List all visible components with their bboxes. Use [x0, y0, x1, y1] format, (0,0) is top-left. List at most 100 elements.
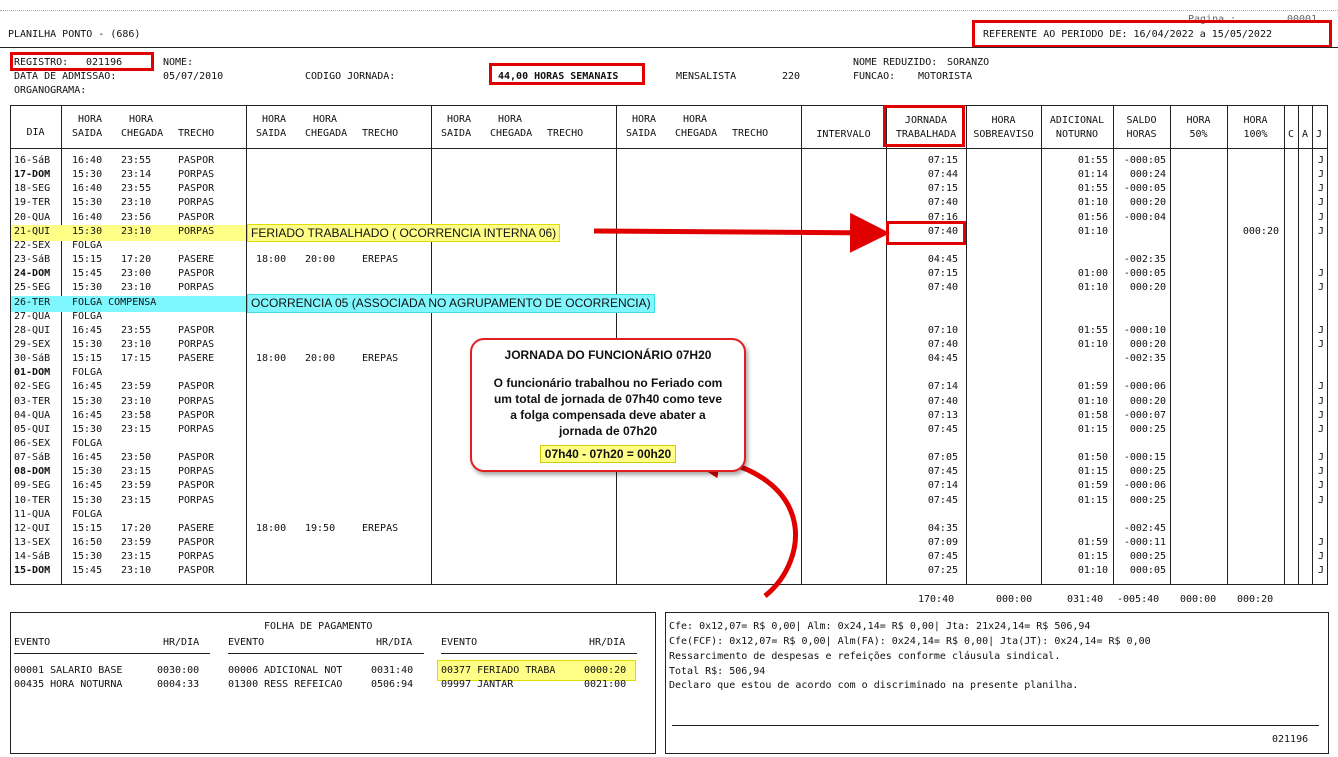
cell-jor: 07:40 [927, 282, 958, 294]
cell-not: 01:55 [1077, 155, 1108, 166]
table-row: 12-QUI 15:15 17:20 PASERE 18:00 19:50 EREPAS 04… [0, 522, 1338, 536]
cell-s1: FOLGA [72, 438, 103, 449]
cell-c1: 17:20 [121, 522, 152, 534]
cell-not: 01:15 [1077, 494, 1108, 506]
cell-t1: PASERE [178, 254, 215, 266]
cell-s1: FOLGA [72, 508, 103, 520]
table-row: 19-TER 15:30 23:10 PORPAS 07:40 01:10 000:20 J [0, 196, 1338, 210]
cell-jor: 07:15 [927, 155, 958, 166]
cell-saldo: -000:11 [1123, 537, 1166, 549]
cell-dia: 20-QUA [14, 211, 51, 223]
cell-dia: 14-SáB [14, 551, 51, 563]
cell-j: J [1317, 494, 1324, 506]
payroll-event: 00006 ADICIONAL NOT [228, 665, 343, 676]
cell-j: J [1317, 452, 1324, 464]
cell-s1: 15:45 [72, 565, 103, 577]
cell-t1: PASPOR [178, 268, 215, 280]
cell-s1: 15:30 [72, 197, 103, 209]
cell-saldo: 000:05 [1129, 565, 1166, 577]
notes-declaration: Declaro que estou de acordo com o discri… [669, 680, 1079, 691]
cell-j: J [1317, 537, 1324, 549]
cell-j: J [1317, 480, 1324, 492]
cell-dia: 19-TER [14, 197, 51, 209]
nome-label: NOME: [163, 57, 194, 68]
cell-dia: 13-SEX [14, 537, 51, 549]
cell-not: 01:14 [1077, 169, 1108, 181]
cell-j: J [1317, 155, 1324, 166]
col-header-a: A [1301, 129, 1309, 140]
payroll-underline [228, 653, 424, 654]
table-row: 25-SEG 15:30 23:10 PORPAS 07:40 01:10 000:20 J [0, 281, 1338, 295]
col-header-intervalo: INTERVALO [816, 129, 871, 140]
table-row: 16-SáB 16:40 23:55 PASPOR 07:15 01:55 -000:05 J [0, 154, 1338, 168]
cell-c1: 23:10 [121, 197, 152, 209]
admissao-label: DATA DE ADMISSAO: [14, 71, 117, 82]
cell-t1: PASPOR [178, 155, 215, 166]
cell-c1: 23:15 [121, 494, 152, 506]
payroll-event: 09997 JANTAR [441, 679, 514, 690]
cell-not: 01:59 [1077, 480, 1108, 492]
cell-c1: 23:50 [121, 452, 152, 464]
cell-saldo: -000:15 [1123, 452, 1166, 464]
nome-reduzido-value: SORANZO [947, 57, 990, 68]
col-header-horas: HORAS [1126, 129, 1157, 140]
cell-t1: PASERE [178, 522, 215, 534]
payroll-hrdia-header: HR/DIA [376, 637, 413, 648]
cell-s1: 15:15 [72, 353, 103, 365]
cell-not: 01:10 [1077, 565, 1108, 577]
cell-s1: 15:30 [72, 466, 103, 478]
cell-c2: 19:50 [305, 522, 336, 534]
explanation-callout: JORNADA DO FUNCIONÁRIO 07H20 O funcionár… [470, 338, 746, 472]
cell-saldo: 000:20 [1129, 282, 1166, 294]
cell-h100: 000:20 [1242, 225, 1279, 237]
cell-j: J [1317, 169, 1324, 181]
cell-t2: EREPAS [362, 522, 399, 534]
payroll-hours: 0506:94 [371, 679, 414, 690]
cell-jor: 07:44 [927, 169, 958, 181]
cell-t1: PASERE [178, 353, 215, 365]
cell-j: J [1317, 197, 1324, 209]
cell-not: 01:55 [1077, 183, 1108, 195]
cell-c1: 23:55 [121, 324, 152, 336]
cell-dia: 08-DOM [14, 466, 51, 478]
col-header-trecho: TRECHO [547, 128, 584, 139]
cell-not: 01:10 [1077, 338, 1108, 350]
cell-saldo: -002:35 [1123, 254, 1166, 266]
total-h50: 000:00 [1180, 594, 1217, 605]
table-row: 17-DOM 15:30 23:14 PORPAS 07:44 01:14 000:24 J [0, 168, 1338, 182]
cell-t1: PASPOR [178, 324, 215, 336]
payroll-event-feriado: 00377 FERIADO TRABA [441, 665, 556, 676]
cell-t2: EREPAS [362, 353, 399, 365]
payroll-evento-header: EVENTO [228, 637, 265, 648]
cell-s1: 16:50 [72, 537, 103, 549]
cell-saldo: -000:04 [1123, 211, 1166, 223]
ocorrencia-annotation: OCORRENCIA 05 (ASSOCIADA NO AGRUPAMENTO … [247, 294, 655, 313]
cell-c1: 23:15 [121, 423, 152, 435]
cell-dia: 18-SEG [14, 183, 51, 195]
cell-s1: FOLGA COMPENSA [72, 296, 157, 308]
cell-dia: 04-QUA [14, 409, 51, 421]
cell-saldo: 000:25 [1129, 466, 1166, 478]
cell-c1: 17:15 [121, 353, 152, 365]
table-row: 14-SáB 15:30 23:15 PORPAS 07:45 01:15 000:25 J [0, 550, 1338, 564]
cell-dia: 05-QUI [14, 423, 51, 435]
admissao-value: 05/07/2010 [163, 71, 224, 82]
cell-dia: 29-SEX [14, 338, 51, 350]
cell-dia: 27-QUA [14, 310, 51, 322]
cell-saldo: 000:20 [1129, 395, 1166, 407]
cell-s1: 15:30 [72, 338, 103, 350]
notes-line: Cfe(FCF): 0x12,07= R$ 0,00| Alm(FA): 0x2… [669, 636, 1151, 647]
cell-t1: PASPOR [178, 183, 215, 195]
page-title: PLANILHA PONTO - (686) [8, 29, 141, 40]
cell-dia: 24-DOM [14, 268, 51, 280]
cell-not: 01:00 [1077, 268, 1108, 280]
payroll-evento-header: EVENTO [14, 637, 51, 648]
jornada-highlight-box [489, 63, 645, 85]
cell-t2: EREPAS [362, 254, 399, 266]
cell-saldo: -000:06 [1123, 381, 1166, 393]
cell-t1: PASPOR [178, 537, 215, 549]
cell-dia: 26-TER [14, 296, 51, 308]
cell-not: 01:50 [1077, 452, 1108, 464]
cell-jor: 07:14 [927, 381, 958, 393]
callout-calculation: 07h40 - 07h20 = 00h20 [539, 445, 677, 463]
